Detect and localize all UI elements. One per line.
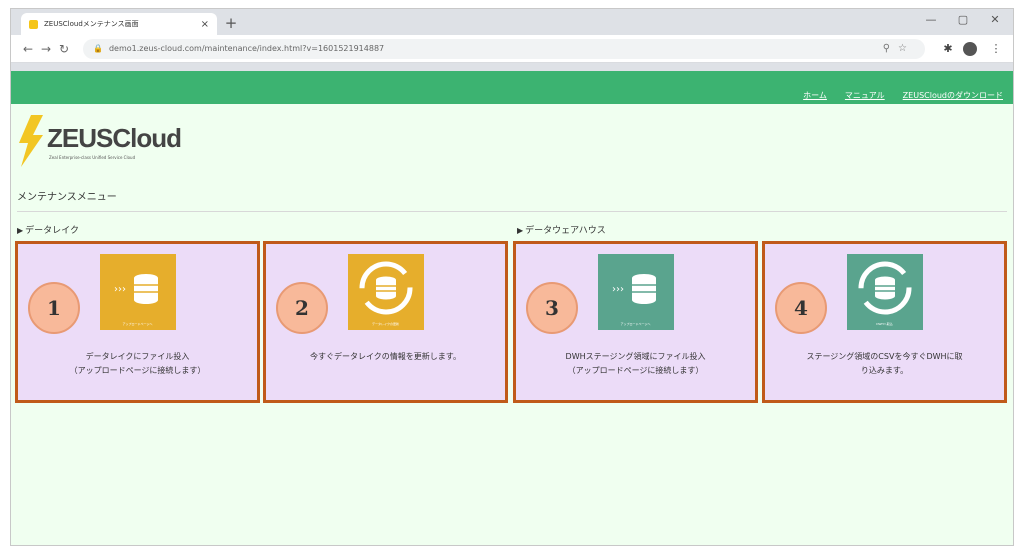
step-number-badge: 3 [526, 282, 578, 334]
tab-close-icon[interactable]: × [201, 19, 209, 30]
browser-toolbar: ← → ↻ 🔒 demo1.zeus-cloud.com/maintenance… [11, 35, 1013, 63]
tab-title: ZEUSCloudメンテナンス画面 [44, 20, 139, 28]
star-icon[interactable]: ☆ [898, 43, 915, 54]
favicon-icon [29, 19, 38, 29]
menu-card-dwh-upload[interactable]: ››› アップロードページへ 3 DWHステージング領域にファイル投入 （アップ… [513, 241, 758, 403]
menu-card-datalake-upload[interactable]: ››› アップロードページへ 1 データレイクにファイル投入 （アップロードペー… [15, 241, 260, 403]
divider [17, 211, 1007, 212]
triangle-icon: ▶ [17, 226, 24, 235]
database-refresh-icon[interactable]: DWHへ取込 [846, 254, 923, 330]
reload-icon[interactable]: ↻ [55, 42, 73, 56]
header-bar: ホーム マニュアル ZEUSCloudのダウンロード [11, 71, 1013, 104]
step-number-badge: 4 [775, 282, 827, 334]
menu-card-dwh-import[interactable]: DWHへ取込 4 ステージング領域のCSVを今すぐDWHに取 り込みます。 [762, 241, 1007, 403]
menu-kebab-icon[interactable]: ⋮ [987, 42, 1005, 55]
database-upload-icon[interactable]: ››› アップロードページへ [597, 254, 674, 330]
page-title: メンテナンスメニュー [17, 192, 117, 203]
browser-tab[interactable]: ZEUSCloudメンテナンス画面 × [21, 13, 217, 35]
header-nav: ホーム マニュアル ZEUSCloudのダウンロード [803, 90, 1003, 101]
database-refresh-icon[interactable]: データレイクの更新 [347, 254, 424, 330]
page-content: ホーム マニュアル ZEUSCloudのダウンロード ZEUSCloud Zea… [11, 71, 1013, 545]
browser-window: ZEUSCloudメンテナンス画面 × + — ▢ ✕ ← → ↻ 🔒 demo… [10, 8, 1014, 546]
svg-text:›››: ››› [612, 284, 624, 295]
forward-icon[interactable]: → [37, 42, 55, 56]
close-window-button[interactable]: ✕ [985, 13, 1005, 26]
card-description: データレイクにファイル投入 （アップロードページに接続します） [69, 352, 206, 375]
extensions-icon[interactable]: ✱ [939, 42, 957, 55]
card-description: 今すぐデータレイクの情報を更新します。 [309, 352, 462, 361]
step-number-badge: 1 [28, 282, 80, 334]
maximize-button[interactable]: ▢ [953, 13, 973, 26]
logo-tagline: Zeal Enterprise-class Unified Service Cl… [49, 155, 136, 160]
card-description: ステージング領域のCSVを今すぐDWHに取 り込みます。 [806, 352, 963, 375]
zoom-icon[interactable]: ⚲ [883, 43, 898, 54]
svg-text:›››: ››› [114, 284, 126, 295]
nav-link-manual[interactable]: マニュアル [845, 90, 885, 101]
step-number-badge: 2 [276, 282, 328, 334]
logo: ZEUSCloud Zeal Enterprise-class Unified … [17, 115, 217, 169]
url-text: demo1.zeus-cloud.com/maintenance/index.h… [108, 44, 385, 53]
lightning-bolt-icon [19, 115, 43, 167]
minimize-button[interactable]: — [921, 13, 941, 26]
nav-link-download[interactable]: ZEUSCloudのダウンロード [903, 90, 1003, 101]
back-icon[interactable]: ← [19, 42, 37, 56]
triangle-icon: ▶ [517, 226, 524, 235]
address-bar[interactable]: 🔒 demo1.zeus-cloud.com/maintenance/index… [83, 38, 925, 59]
new-tab-button[interactable]: + [222, 14, 240, 32]
menu-card-datalake-refresh[interactable]: データレイクの更新 2 今すぐデータレイクの情報を更新します。 [263, 241, 508, 403]
profile-avatar-icon[interactable] [963, 41, 977, 56]
section-label-datalake: ▶ データレイク [17, 226, 79, 236]
lock-icon: 🔒 [93, 44, 103, 53]
database-upload-icon[interactable]: ››› アップロードページへ [99, 254, 176, 330]
card-description: DWHステージング領域にファイル投入 （アップロードページに接続します） [565, 352, 706, 375]
tab-strip: ZEUSCloudメンテナンス画面 × + — ▢ ✕ [11, 9, 1013, 35]
section-label-dwh: ▶ データウェアハウス [517, 226, 606, 236]
nav-link-home[interactable]: ホーム [803, 90, 827, 101]
logo-wordmark: ZEUSCloud [47, 123, 182, 153]
